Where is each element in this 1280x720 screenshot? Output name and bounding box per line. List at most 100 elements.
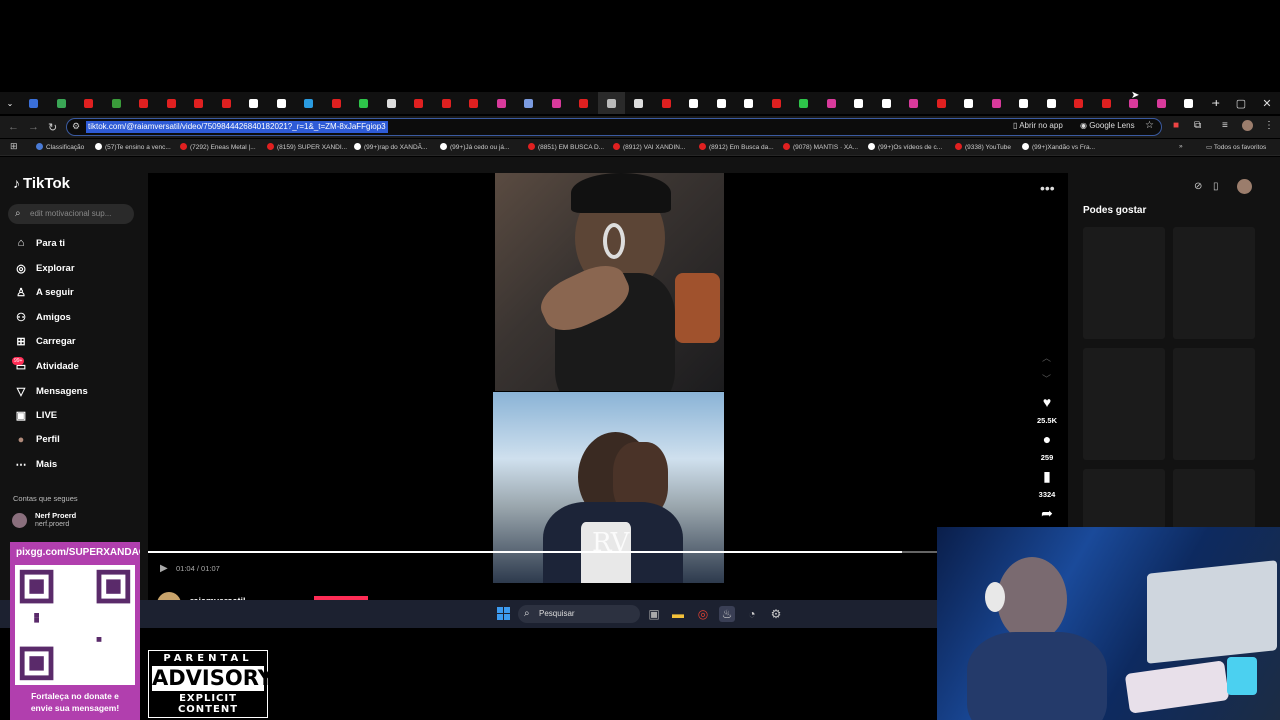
browser-tab[interactable] <box>1038 92 1066 114</box>
browser-tab[interactable] <box>735 92 763 114</box>
nav-item-mensagens[interactable]: ▽ Mensagens <box>13 385 88 398</box>
nav-item-perfil[interactable]: ● Perfil <box>13 434 60 446</box>
bookmark-item[interactable]: (99+)Já cedo ou já... <box>440 143 509 151</box>
nav-item-mais[interactable]: ⋯ Mais <box>13 458 58 471</box>
browser-tab[interactable] <box>983 92 1011 114</box>
close-window-button[interactable]: ✕ <box>1254 92 1280 114</box>
following-avatar[interactable] <box>12 513 27 528</box>
apps-grid-icon[interactable]: ⊞ <box>10 141 18 152</box>
browser-tab[interactable] <box>928 92 956 114</box>
nav-item-amigos[interactable]: ⚇ Amigos <box>13 311 71 324</box>
forward-icon[interactable]: → <box>28 121 39 133</box>
browser-tab[interactable] <box>818 92 846 114</box>
browser-tab[interactable] <box>543 92 571 114</box>
browser-tab[interactable] <box>158 92 186 114</box>
url-text[interactable]: tiktok.com/@raiamversatil/video/75098444… <box>86 121 388 133</box>
browser-tab[interactable] <box>900 92 928 114</box>
play-icon[interactable]: ▶ <box>160 563 168 574</box>
browser-tab[interactable] <box>103 92 131 114</box>
bookmark-item[interactable]: (99+)Xandão vs Fra... <box>1022 143 1095 151</box>
back-icon[interactable]: ← <box>8 121 19 133</box>
browser-tab[interactable] <box>708 92 736 114</box>
browser-tab[interactable] <box>1065 92 1093 114</box>
browser-tab[interactable] <box>873 92 901 114</box>
browser-tab[interactable] <box>75 92 103 114</box>
recommended-card[interactable] <box>1173 348 1255 460</box>
share-icon[interactable]: ➦ <box>1039 505 1055 522</box>
browser-tab[interactable] <box>1148 92 1176 114</box>
all-bookmarks-folder[interactable]: ▭ Todos os favoritos <box>1206 143 1266 151</box>
bookmarks-overflow-icon[interactable]: » <box>1179 143 1183 150</box>
task-view-icon[interactable]: ▣ <box>646 606 662 622</box>
browser-tab[interactable] <box>48 92 76 114</box>
bookmark-item[interactable]: Classificação <box>36 143 84 151</box>
user-avatar[interactable] <box>1237 179 1252 194</box>
browser-tab[interactable] <box>130 92 158 114</box>
browser-tab[interactable] <box>845 92 873 114</box>
recommended-card[interactable] <box>1083 469 1165 529</box>
bookmark-item[interactable]: (7292) Eneas Metal |... <box>180 143 256 151</box>
extensions-puzzle-icon[interactable]: ⧉ <box>1194 120 1201 131</box>
browser-tab[interactable] <box>405 92 433 114</box>
more-options-icon[interactable]: ••• <box>1040 180 1055 196</box>
site-info-icon[interactable]: ⚙ <box>72 121 80 132</box>
comment-icon[interactable]: ● <box>1039 431 1055 447</box>
nav-item-carregar[interactable]: ⊞ Carregar <box>13 335 75 348</box>
nav-item-a-seguir[interactable]: ♙ A seguir <box>13 286 74 299</box>
browser-tab[interactable] <box>790 92 818 114</box>
browser-tab[interactable] <box>680 92 708 114</box>
tiktok-logo[interactable]: ♪ TikTok <box>13 175 70 192</box>
tab-search-icon[interactable]: ⌄ <box>0 92 20 114</box>
steam-icon[interactable]: ♨ <box>719 606 735 622</box>
browser-tab[interactable] <box>1093 92 1121 114</box>
app-icon[interactable]: ◔ <box>744 606 760 622</box>
next-video-icon[interactable]: ﹀ <box>1042 372 1051 385</box>
browser-tab[interactable] <box>488 92 516 114</box>
windows-start-icon[interactable] <box>497 607 510 620</box>
menu-kebab-icon[interactable]: ⋮ <box>1264 120 1274 131</box>
browser-tab[interactable] <box>185 92 213 114</box>
browser-tab[interactable] <box>323 92 351 114</box>
bookmark-icon[interactable]: ▮ <box>1039 468 1055 485</box>
pip-icon[interactable]: ⊘ <box>1194 181 1202 192</box>
bookmark-item[interactable]: (8912) VAI XANDIN... <box>613 143 685 151</box>
browser-tab[interactable] <box>378 92 406 114</box>
browser-tab[interactable] <box>625 92 653 114</box>
browser-tab[interactable] <box>295 92 323 114</box>
minimize-button[interactable]: – <box>1202 92 1228 114</box>
browser-tab[interactable] <box>268 92 296 114</box>
recommended-card[interactable] <box>1083 348 1165 460</box>
browser-tab[interactable] <box>213 92 241 114</box>
bookmark-item[interactable]: (99+)rap do XANDÃ... <box>354 143 427 151</box>
browser-tab[interactable] <box>1010 92 1038 114</box>
open-in-app-button[interactable]: ▯ Abrir no app <box>1013 121 1063 130</box>
bookmark-item[interactable]: (9338) YouTube <box>955 143 1011 151</box>
recommended-card[interactable] <box>1173 469 1255 529</box>
bookmark-item[interactable]: (8851) EM BUSCA D... <box>528 143 604 151</box>
device-icon[interactable]: ▯ <box>1213 181 1219 192</box>
chrome-icon[interactable]: ◎ <box>695 606 711 622</box>
bookmark-item[interactable]: (8159) SUPER XANDI... <box>267 143 347 151</box>
nav-item-para-ti[interactable]: ⌂ Para ti <box>13 237 65 249</box>
browser-tab[interactable] <box>653 92 681 114</box>
extension-icon[interactable]: ■ <box>1173 120 1179 131</box>
bookmark-item[interactable]: (9078) MANTIS · XA... <box>783 143 858 151</box>
browser-tab[interactable] <box>1175 92 1203 114</box>
reload-icon[interactable]: ↻ <box>48 121 57 134</box>
video-progress-bar[interactable] <box>148 551 938 553</box>
previous-video-icon[interactable]: ︿ <box>1042 351 1051 364</box>
bookmark-item[interactable]: (57)Te ensino a venc... <box>95 143 171 151</box>
browser-tab[interactable] <box>20 92 48 114</box>
google-lens-button[interactable]: ◉ Google Lens <box>1080 121 1135 130</box>
bookmark-item[interactable]: (99+)Os vídeos de c... <box>868 143 942 151</box>
nav-item-live[interactable]: ▣ LIVE <box>13 409 57 422</box>
browser-tab[interactable] <box>515 92 543 114</box>
browser-tab[interactable] <box>597 92 625 114</box>
browser-tab[interactable] <box>955 92 983 114</box>
cast-icon[interactable]: ≡ <box>1222 120 1228 131</box>
search-input[interactable]: ⌕ edit motivacional sup... <box>8 204 134 224</box>
browser-tab[interactable] <box>433 92 461 114</box>
browser-tab[interactable] <box>240 92 268 114</box>
like-heart-icon[interactable]: ♥ <box>1039 394 1055 410</box>
browser-tab[interactable] <box>570 92 598 114</box>
